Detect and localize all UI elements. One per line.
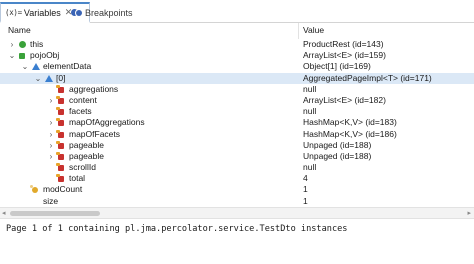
tree-row[interactable]: › pageable Unpaged (id=188) <box>0 151 474 162</box>
tree-rows: › this ProductRest (id=143) ⌄ pojoObj ArrayLi… <box>0 39 474 207</box>
tree-row[interactable]: ⌄ [0] AggregatedPageImpl<T> (id=171) <box>0 72 474 84</box>
private-field-icon <box>56 107 64 116</box>
variable-value: HashMap<K,V> (id=183) <box>303 117 397 128</box>
array-element-icon <box>32 63 40 71</box>
variable-value: ArrayList<E> (id=182) <box>303 94 386 105</box>
public-field-icon <box>19 41 26 48</box>
variables-tree[interactable]: Name Value › this ProductRest (id=143) ⌄ poj… <box>0 23 474 207</box>
variable-value: HashMap<K,V> (id=186) <box>303 128 397 139</box>
tree-row[interactable]: › mapOfFacets HashMap<K,V> (id=186) <box>0 129 474 140</box>
expander-placeholder <box>47 84 55 95</box>
variable-name: modCount <box>43 184 83 195</box>
expand-icon[interactable]: › <box>47 95 55 106</box>
variable-name: [0] <box>56 72 66 83</box>
tab-variables-label: Variables <box>23 7 61 18</box>
column-header-row: Name Value <box>0 23 474 39</box>
variable-value: ArrayList<E> (id=159) <box>303 50 386 61</box>
variable-name: facets <box>69 106 92 117</box>
protected-field-icon <box>30 185 38 194</box>
local-variable-icon <box>19 53 25 60</box>
expand-icon[interactable]: › <box>8 39 16 50</box>
tree-row[interactable]: › this ProductRest (id=143) <box>0 39 474 50</box>
tree-row[interactable]: ⌄ pojoObj ArrayList<E> (id=159) <box>0 50 474 61</box>
column-header-name[interactable]: Name <box>8 25 31 35</box>
variable-value: Unpaged (id=188) <box>303 150 372 161</box>
column-divider[interactable] <box>298 23 299 39</box>
tree-row[interactable]: › pageable Unpaged (id=188) <box>0 140 474 151</box>
tree-row[interactable]: › content ArrayList<E> (id=182) <box>0 95 474 106</box>
variable-value: Object[1] (id=169) <box>303 61 371 72</box>
expander-placeholder <box>47 106 55 117</box>
expander-placeholder <box>47 173 55 184</box>
variable-value: 4 <box>303 173 308 184</box>
private-field-icon <box>56 95 64 104</box>
variable-name: mapOfFacets <box>69 128 121 139</box>
variable-name: aggregations <box>69 83 119 94</box>
breakpoints-icon <box>71 9 82 16</box>
variable-value: null <box>303 106 317 117</box>
scrollbar-thumb[interactable] <box>10 211 100 216</box>
horizontal-scrollbar[interactable]: ◂ ▸ <box>0 207 474 219</box>
tab-breakpoints-label: Breakpoints <box>85 7 133 18</box>
private-field-icon <box>56 163 64 172</box>
column-header-value[interactable]: Value <box>303 25 324 35</box>
variable-name: mapOfAggregations <box>69 117 145 128</box>
private-field-icon <box>56 84 64 93</box>
variable-value: Unpaged (id=188) <box>303 139 372 150</box>
tree-row[interactable]: total 4 <box>0 173 474 184</box>
expander-placeholder <box>47 162 55 173</box>
view-tab-bar: (x)= Variables ✕ Breakpoints <box>0 0 474 23</box>
expand-icon[interactable]: › <box>47 117 55 128</box>
variable-name: size <box>43 195 59 206</box>
tree-row[interactable]: modCount 1 <box>0 184 474 195</box>
variable-value: 1 <box>303 195 308 206</box>
variable-value: null <box>303 83 317 94</box>
variable-name: this <box>30 39 44 49</box>
variable-name: scrollId <box>69 162 96 173</box>
variable-name: pojoObj <box>30 50 60 61</box>
variable-name: pageable <box>69 139 104 150</box>
variable-name: elementData <box>43 61 92 72</box>
variable-value: 1 <box>303 184 308 195</box>
private-field-icon <box>56 140 64 149</box>
expander-placeholder <box>21 196 29 207</box>
collapse-icon[interactable]: ⌄ <box>21 61 29 72</box>
array-element-icon <box>45 74 53 82</box>
detail-pane[interactable]: Page 1 of 1 containing pl.jma.percolator… <box>0 219 474 264</box>
private-field-icon <box>56 151 64 160</box>
collapse-icon[interactable]: ⌄ <box>34 73 42 84</box>
tree-row[interactable]: facets null <box>0 106 474 117</box>
expander-placeholder <box>21 184 29 195</box>
tree-row[interactable]: aggregations null <box>0 84 474 95</box>
private-field-icon <box>56 129 64 138</box>
variable-value: AggregatedPageImpl<T> (id=171) <box>303 72 432 83</box>
variable-name: total <box>69 173 86 184</box>
scroll-right-icon[interactable]: ▸ <box>467 209 471 217</box>
tree-row[interactable]: size 1 <box>0 196 474 207</box>
expand-icon[interactable]: › <box>47 140 55 151</box>
variable-name: pageable <box>69 150 104 161</box>
expand-icon[interactable]: › <box>47 129 55 140</box>
collapse-icon[interactable]: ⌄ <box>8 50 16 61</box>
tree-row[interactable]: ⌄ elementData Object[1] (id=169) <box>0 61 474 72</box>
detail-text: Page 1 of 1 containing pl.jma.percolator… <box>6 224 348 234</box>
expand-icon[interactable]: › <box>47 151 55 162</box>
tree-row[interactable]: › mapOfAggregations HashMap<K,V> (id=183) <box>0 117 474 128</box>
tree-row[interactable]: scrollId null <box>0 162 474 173</box>
variables-icon: (x)= <box>5 8 22 17</box>
private-field-icon <box>56 174 64 183</box>
scroll-left-icon[interactable]: ◂ <box>2 209 6 217</box>
variable-value: null <box>303 162 317 173</box>
tab-breakpoints[interactable]: Breakpoints <box>67 2 138 23</box>
private-field-icon <box>56 118 64 127</box>
variable-name: content <box>69 94 97 105</box>
variable-value: ProductRest (id=143) <box>303 39 384 49</box>
